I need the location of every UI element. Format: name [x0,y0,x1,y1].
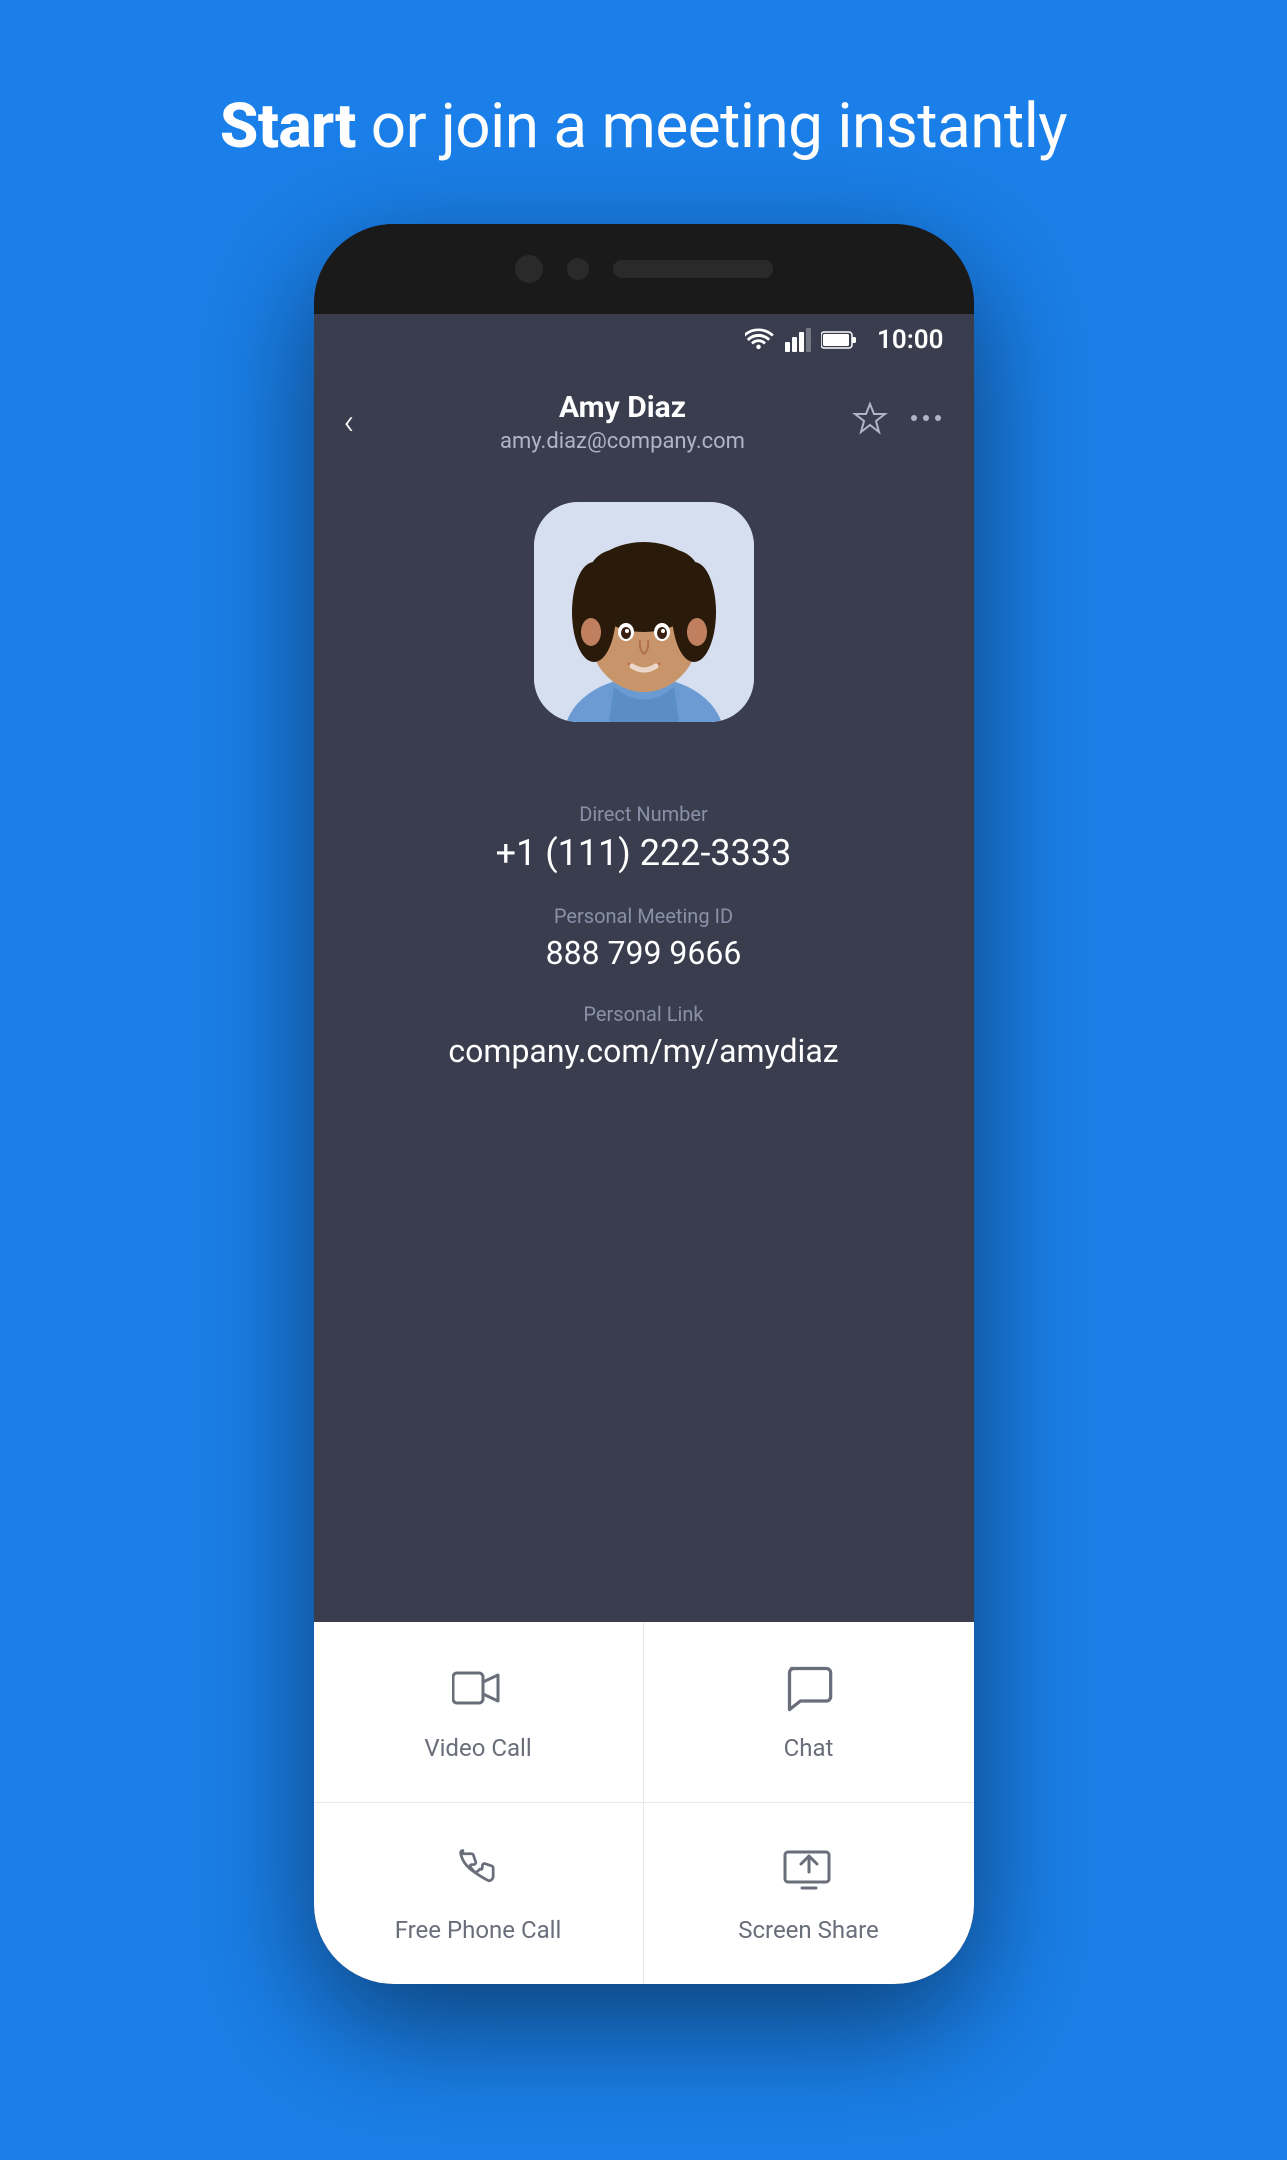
header-actions [852,400,944,444]
screen-share-icon [783,1844,835,1900]
battery-icon [821,330,857,350]
video-call-button[interactable]: Video Call [314,1622,644,1803]
personal-link-label: Personal Link [354,1002,934,1026]
contact-header-info: Amy Diaz amy.diaz@company.com [394,390,852,454]
screen-share-label: Screen Share [738,1916,879,1944]
chat-button[interactable]: Chat [644,1622,974,1803]
avatar-image [534,502,754,722]
phone-call-icon [452,1844,504,1900]
contact-info: Direct Number +1 (111) 222-3333 Personal… [314,772,974,1070]
camera-dot-2 [567,258,589,280]
back-button[interactable]: ‹ [344,401,394,443]
phone-top-bar [314,224,974,314]
screen-share-button[interactable]: Screen Share [644,1803,974,1984]
contact-name: Amy Diaz [394,390,852,425]
contact-email: amy.diaz@company.com [394,429,852,454]
phone-frame: 10:00 ‹ Amy Diaz amy.diaz@company.com [314,224,974,1984]
speaker-bar [613,260,773,278]
direct-number-label: Direct Number [354,802,934,826]
meeting-id-label: Personal Meeting ID [354,904,934,928]
more-options-button[interactable] [908,400,944,444]
meeting-id-value[interactable]: 888 799 9666 [354,934,934,972]
hero-bold: Start [220,90,356,163]
status-icons: 10:00 [745,325,944,355]
wifi-icon [745,328,775,352]
avatar [534,502,754,722]
free-phone-call-button[interactable]: Free Phone Call [314,1803,644,1984]
chat-icon [783,1662,835,1718]
camera-dot-1 [515,255,543,283]
status-time: 10:00 [877,325,944,355]
actions-panel: Video Call Chat Free Phone Call [314,1622,974,1984]
favorite-button[interactable] [852,400,888,444]
chat-label: Chat [784,1734,834,1762]
direct-number-value[interactable]: +1 (111) 222-3333 [354,832,934,874]
hero-heading: Start or join a meeting instantly [220,90,1067,164]
contact-header: ‹ Amy Diaz amy.diaz@company.com [314,366,974,482]
free-phone-call-label: Free Phone Call [395,1916,562,1944]
personal-link-value[interactable]: company.com/my/amydiaz [354,1032,934,1070]
contact-body: Direct Number +1 (111) 222-3333 Personal… [314,482,974,1622]
signal-icon [785,328,811,352]
video-call-icon [452,1662,504,1718]
hero-regular: or join a meeting instantly [356,90,1067,163]
phone-screen: 10:00 ‹ Amy Diaz amy.diaz@company.com [314,314,974,1984]
status-bar: 10:00 [314,314,974,366]
video-call-label: Video Call [424,1734,531,1762]
